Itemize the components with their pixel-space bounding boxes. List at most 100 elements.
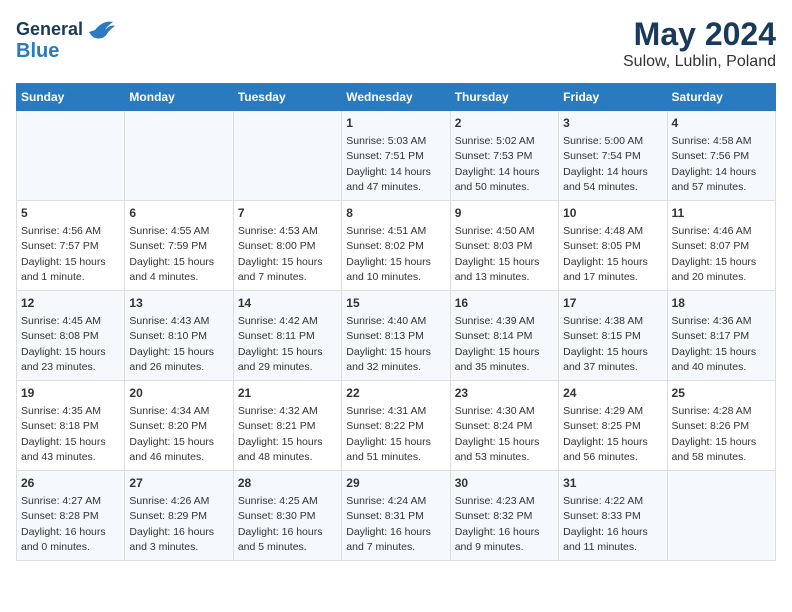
day-info: Sunrise: 4:29 AM Sunset: 8:25 PM Dayligh… bbox=[563, 405, 648, 463]
calendar-cell: 17 Sunrise: 4:38 AM Sunset: 8:15 PM Dayli… bbox=[559, 291, 667, 381]
calendar-cell: 14Sunrise: 4:42 AM Sunset: 8:11 PM Dayli… bbox=[233, 291, 341, 381]
day-info: Sunrise: 4:34 AM Sunset: 8:20 PM Dayligh… bbox=[129, 405, 214, 463]
calendar-subtitle: Sulow, Lublin, Poland bbox=[623, 53, 776, 71]
day-info: Sunrise: 4:22 AM Sunset: 8:33 PM Dayligh… bbox=[563, 495, 648, 553]
day-number: 18 bbox=[672, 295, 771, 312]
header-friday: Friday bbox=[559, 84, 667, 111]
day-number: 22 bbox=[346, 385, 445, 402]
calendar-cell: 30 Sunrise: 4:23 AM Sunset: 8:32 PM Dayli… bbox=[450, 471, 558, 561]
day-number: 27 bbox=[129, 475, 228, 492]
calendar-cell: 11 Sunrise: 4:46 AM Sunset: 8:07 PM Dayli… bbox=[667, 201, 775, 291]
calendar-cell: 22 Sunrise: 4:31 AM Sunset: 8:22 PM Dayli… bbox=[342, 381, 450, 471]
day-info: Sunrise: 4:53 AM Sunset: 8:00 PM Dayligh… bbox=[238, 225, 323, 283]
header-wednesday: Wednesday bbox=[342, 84, 450, 111]
calendar-table: SundayMondayTuesdayWednesdayThursdayFrid… bbox=[16, 83, 776, 561]
calendar-cell: 15 Sunrise: 4:40 AM Sunset: 8:13 PM Dayli… bbox=[342, 291, 450, 381]
header-tuesday: Tuesday bbox=[233, 84, 341, 111]
day-number: 31 bbox=[563, 475, 662, 492]
calendar-cell: 12 Sunrise: 4:45 AM Sunset: 8:08 PM Dayli… bbox=[17, 291, 125, 381]
calendar-cell: 21Sunrise: 4:32 AM Sunset: 8:21 PM Dayli… bbox=[233, 381, 341, 471]
calendar-cell: 31 Sunrise: 4:22 AM Sunset: 8:33 PM Dayli… bbox=[559, 471, 667, 561]
day-number: 5 bbox=[21, 205, 120, 222]
day-info: Sunrise: 4:40 AM Sunset: 8:13 PM Dayligh… bbox=[346, 315, 431, 373]
day-number: 3 bbox=[563, 115, 662, 132]
calendar-cell bbox=[17, 111, 125, 201]
day-info: Sunrise: 4:28 AM Sunset: 8:26 PM Dayligh… bbox=[672, 405, 757, 463]
week-row-2: 5 Sunrise: 4:56 AM Sunset: 7:57 PM Daylig… bbox=[17, 201, 776, 291]
day-number: 25 bbox=[672, 385, 771, 402]
calendar-cell: 18 Sunrise: 4:36 AM Sunset: 8:17 PM Dayli… bbox=[667, 291, 775, 381]
header-saturday: Saturday bbox=[667, 84, 775, 111]
day-info: Sunrise: 4:24 AM Sunset: 8:31 PM Dayligh… bbox=[346, 495, 431, 553]
calendar-cell: 2Sunrise: 5:02 AM Sunset: 7:53 PM Daylig… bbox=[450, 111, 558, 201]
calendar-header-row: SundayMondayTuesdayWednesdayThursdayFrid… bbox=[17, 84, 776, 111]
calendar-cell bbox=[667, 471, 775, 561]
day-number: 23 bbox=[455, 385, 554, 402]
day-number: 4 bbox=[672, 115, 771, 132]
day-info: Sunrise: 4:23 AM Sunset: 8:32 PM Dayligh… bbox=[455, 495, 540, 553]
day-info: Sunrise: 4:46 AM Sunset: 8:07 PM Dayligh… bbox=[672, 225, 757, 283]
day-number: 10 bbox=[563, 205, 662, 222]
day-info: Sunrise: 4:31 AM Sunset: 8:22 PM Dayligh… bbox=[346, 405, 431, 463]
page-header: General Blue May 2024 Sulow, Lublin, Pol… bbox=[16, 16, 776, 71]
day-info: Sunrise: 4:58 AM Sunset: 7:56 PM Dayligh… bbox=[672, 135, 757, 193]
header-sunday: Sunday bbox=[17, 84, 125, 111]
day-number: 8 bbox=[346, 205, 445, 222]
calendar-cell: 16 Sunrise: 4:39 AM Sunset: 8:14 PM Dayli… bbox=[450, 291, 558, 381]
day-number: 28 bbox=[238, 475, 337, 492]
calendar-cell: 6Sunrise: 4:55 AM Sunset: 7:59 PM Daylig… bbox=[125, 201, 233, 291]
day-number: 30 bbox=[455, 475, 554, 492]
day-info: Sunrise: 4:27 AM Sunset: 8:28 PM Dayligh… bbox=[21, 495, 106, 553]
calendar-title: May 2024 bbox=[623, 16, 776, 53]
calendar-cell: 29 Sunrise: 4:24 AM Sunset: 8:31 PM Dayli… bbox=[342, 471, 450, 561]
day-info: Sunrise: 4:48 AM Sunset: 8:05 PM Dayligh… bbox=[563, 225, 648, 283]
title-block: May 2024 Sulow, Lublin, Poland bbox=[623, 16, 776, 71]
day-info: Sunrise: 4:38 AM Sunset: 8:15 PM Dayligh… bbox=[563, 315, 648, 373]
calendar-cell: 24 Sunrise: 4:29 AM Sunset: 8:25 PM Dayli… bbox=[559, 381, 667, 471]
day-number: 16 bbox=[455, 295, 554, 312]
day-info: Sunrise: 4:39 AM Sunset: 8:14 PM Dayligh… bbox=[455, 315, 540, 373]
calendar-cell: 20 Sunrise: 4:34 AM Sunset: 8:20 PM Dayli… bbox=[125, 381, 233, 471]
day-info: Sunrise: 4:36 AM Sunset: 8:17 PM Dayligh… bbox=[672, 315, 757, 373]
calendar-cell: 19Sunrise: 4:35 AM Sunset: 8:18 PM Dayli… bbox=[17, 381, 125, 471]
day-info: Sunrise: 5:03 AM Sunset: 7:51 PM Dayligh… bbox=[346, 135, 431, 193]
day-info: Sunrise: 4:35 AM Sunset: 8:18 PM Dayligh… bbox=[21, 405, 106, 463]
calendar-cell bbox=[233, 111, 341, 201]
logo: General Blue bbox=[16, 16, 115, 62]
day-info: Sunrise: 4:25 AM Sunset: 8:30 PM Dayligh… bbox=[238, 495, 323, 553]
day-info: Sunrise: 4:51 AM Sunset: 8:02 PM Dayligh… bbox=[346, 225, 431, 283]
calendar-cell: 7 Sunrise: 4:53 AM Sunset: 8:00 PM Daylig… bbox=[233, 201, 341, 291]
day-info: Sunrise: 4:56 AM Sunset: 7:57 PM Dayligh… bbox=[21, 225, 106, 283]
calendar-cell: 3 Sunrise: 5:00 AM Sunset: 7:54 PM Daylig… bbox=[559, 111, 667, 201]
calendar-cell: 25 Sunrise: 4:28 AM Sunset: 8:26 PM Dayli… bbox=[667, 381, 775, 471]
day-info: Sunrise: 4:26 AM Sunset: 8:29 PM Dayligh… bbox=[129, 495, 214, 553]
day-number: 26 bbox=[21, 475, 120, 492]
day-info: Sunrise: 5:00 AM Sunset: 7:54 PM Dayligh… bbox=[563, 135, 648, 193]
day-number: 15 bbox=[346, 295, 445, 312]
day-number: 11 bbox=[672, 205, 771, 222]
week-row-5: 26 Sunrise: 4:27 AM Sunset: 8:28 PM Dayli… bbox=[17, 471, 776, 561]
day-number: 7 bbox=[238, 205, 337, 222]
calendar-cell: 28 Sunrise: 4:25 AM Sunset: 8:30 PM Dayli… bbox=[233, 471, 341, 561]
logo-blue-text: Blue bbox=[16, 40, 59, 62]
calendar-cell: 4 Sunrise: 4:58 AM Sunset: 7:56 PM Daylig… bbox=[667, 111, 775, 201]
day-info: Sunrise: 4:45 AM Sunset: 8:08 PM Dayligh… bbox=[21, 315, 106, 373]
day-number: 24 bbox=[563, 385, 662, 402]
day-info: Sunrise: 4:32 AM Sunset: 8:21 PM Dayligh… bbox=[238, 405, 323, 463]
day-number: 12 bbox=[21, 295, 120, 312]
day-number: 20 bbox=[129, 385, 228, 402]
day-info: Sunrise: 4:42 AM Sunset: 8:11 PM Dayligh… bbox=[238, 315, 323, 373]
day-number: 1 bbox=[346, 115, 445, 132]
calendar-cell: 8 Sunrise: 4:51 AM Sunset: 8:02 PM Daylig… bbox=[342, 201, 450, 291]
calendar-cell: 26 Sunrise: 4:27 AM Sunset: 8:28 PM Dayli… bbox=[17, 471, 125, 561]
calendar-cell: 13Sunrise: 4:43 AM Sunset: 8:10 PM Dayli… bbox=[125, 291, 233, 381]
day-info: Sunrise: 4:50 AM Sunset: 8:03 PM Dayligh… bbox=[455, 225, 540, 283]
week-row-3: 12 Sunrise: 4:45 AM Sunset: 8:08 PM Dayli… bbox=[17, 291, 776, 381]
header-monday: Monday bbox=[125, 84, 233, 111]
calendar-cell: 9Sunrise: 4:50 AM Sunset: 8:03 PM Daylig… bbox=[450, 201, 558, 291]
week-row-1: 1 Sunrise: 5:03 AM Sunset: 7:51 PM Daylig… bbox=[17, 111, 776, 201]
day-info: Sunrise: 4:43 AM Sunset: 8:10 PM Dayligh… bbox=[129, 315, 214, 373]
calendar-cell: 10 Sunrise: 4:48 AM Sunset: 8:05 PM Dayli… bbox=[559, 201, 667, 291]
day-number: 29 bbox=[346, 475, 445, 492]
day-number: 17 bbox=[563, 295, 662, 312]
